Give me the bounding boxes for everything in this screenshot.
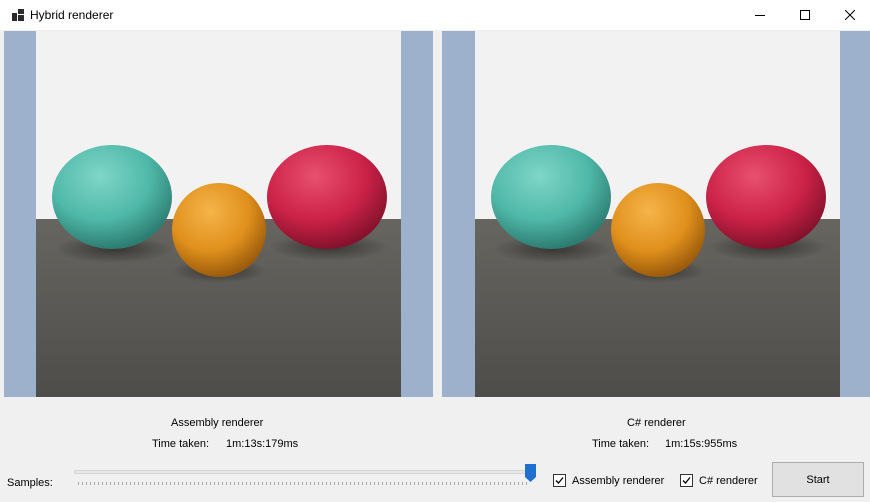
checkmark-icon bbox=[555, 477, 564, 484]
close-button[interactable] bbox=[827, 0, 870, 30]
maximize-button[interactable] bbox=[782, 0, 827, 30]
assembly-render-viewport bbox=[4, 31, 433, 397]
minimize-button[interactable] bbox=[737, 0, 782, 30]
checkbox-box[interactable] bbox=[553, 474, 566, 487]
assembly-renderer-checkbox[interactable]: Assembly renderer bbox=[553, 474, 664, 487]
csharp-renderer-caption: C# renderer bbox=[627, 417, 686, 429]
csharp-time-label: Time taken: bbox=[592, 438, 650, 450]
csharp-render-viewport bbox=[442, 31, 870, 397]
checkmark-icon bbox=[682, 477, 691, 484]
samples-slider-ticks bbox=[78, 482, 528, 485]
maximize-icon bbox=[799, 10, 810, 20]
samples-slider-track[interactable] bbox=[74, 470, 530, 474]
assembly-renderer-checkbox-label[interactable]: Assembly renderer bbox=[572, 475, 664, 487]
csharp-rendered-image bbox=[475, 31, 840, 397]
checkbox-box[interactable] bbox=[680, 474, 693, 487]
title-bar: Hybrid renderer bbox=[0, 0, 870, 30]
samples-label: Samples: bbox=[7, 477, 53, 489]
assembly-renderer-caption: Assembly renderer bbox=[171, 417, 264, 429]
assembly-time-value: 1m:13s:179ms bbox=[226, 438, 299, 450]
app-window-icon bbox=[12, 9, 24, 21]
close-icon bbox=[844, 10, 855, 20]
assembly-rendered-image bbox=[36, 31, 401, 397]
start-button[interactable]: Start bbox=[772, 462, 864, 497]
csharp-time-value: 1m:15s:955ms bbox=[665, 438, 738, 450]
samples-slider-thumb[interactable] bbox=[525, 464, 536, 482]
minimize-icon bbox=[754, 15, 765, 16]
csharp-renderer-checkbox-label[interactable]: C# renderer bbox=[699, 475, 758, 487]
csharp-renderer-checkbox[interactable]: C# renderer bbox=[680, 474, 758, 487]
window-title: Hybrid renderer bbox=[30, 8, 114, 22]
assembly-time-label: Time taken: bbox=[152, 438, 210, 450]
